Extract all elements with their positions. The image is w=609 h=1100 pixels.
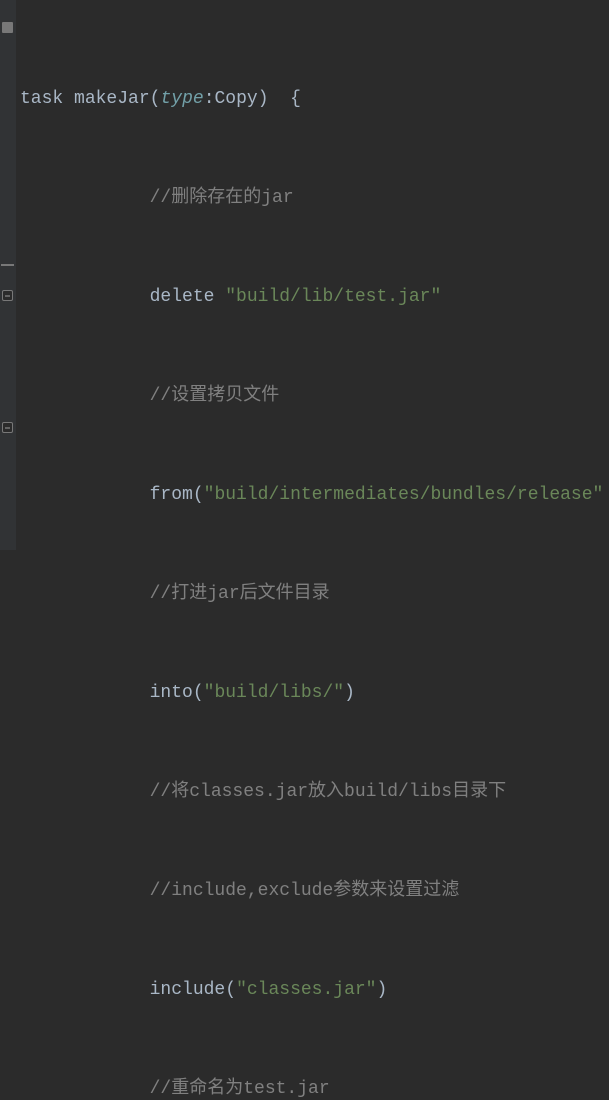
code-line: //打进jar后文件目录 — [16, 578, 609, 611]
fold-toggle-icon[interactable] — [2, 290, 13, 301]
code-line: //设置拷贝文件 — [16, 380, 609, 413]
fold-toggle-icon[interactable] — [2, 422, 13, 433]
gutter-marker — [1, 264, 14, 266]
code-line: //重命名为test.jar — [16, 1073, 609, 1100]
code-line: //将classes.jar放入build/libs目录下 — [16, 776, 609, 809]
code-line: delete "build/lib/test.jar" — [16, 281, 609, 314]
code-line: //删除存在的jar — [16, 182, 609, 215]
code-line: //include,exclude参数来设置过滤 — [16, 875, 609, 908]
gutter-marker — [2, 22, 13, 33]
code-line: include("classes.jar") — [16, 974, 609, 1007]
code-line: task makeJar(type:Copy) { — [16, 83, 609, 116]
code-editor[interactable]: task makeJar(type:Copy) { //删除存在的jar del… — [16, 0, 609, 1100]
code-line: from("build/intermediates/bundles/releas… — [16, 479, 609, 512]
code-line: into("build/libs/") — [16, 677, 609, 710]
editor-gutter — [0, 0, 16, 550]
